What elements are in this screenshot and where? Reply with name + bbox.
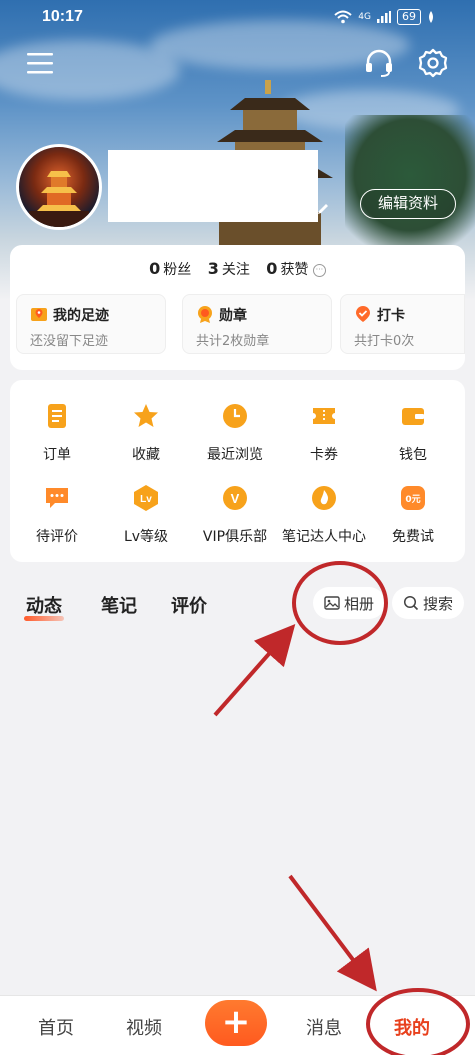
coupon-icon [313, 408, 335, 424]
order-icon [48, 404, 66, 428]
grid-item-coupons[interactable]: 卡券 [279, 402, 369, 464]
wifi-icon [334, 10, 352, 24]
nav-messages[interactable]: 消息 [306, 1014, 342, 1040]
publish-plus-button[interactable]: + [205, 1000, 267, 1046]
album-button[interactable]: 相册 [313, 587, 385, 619]
more-dots-icon[interactable]: ··· [312, 263, 326, 277]
svg-text:Lv: Lv [140, 494, 152, 505]
footprint-card[interactable]: 我的足迹 还没留下足迹 [16, 294, 166, 354]
status-icons: 4G 69 [334, 9, 435, 25]
medal-card[interactable]: 勋章 共计2枚勋章 [182, 294, 332, 354]
comment-icon [46, 488, 68, 508]
signal-icon [377, 11, 391, 23]
vip-icon: V [223, 486, 247, 510]
svg-text:0元: 0元 [405, 494, 420, 505]
checkin-card[interactable]: 打卡 共打卡0次 [340, 294, 465, 354]
grid-item-vip[interactable]: V VIP俱乐部 [190, 484, 280, 546]
edit-profile-button[interactable]: 编辑资料 [360, 189, 456, 219]
grid-item-level[interactable]: Lv Lv等级 [101, 484, 191, 546]
grid-item-free-trial[interactable]: 0元 免费试 [368, 484, 458, 546]
annotation-arrow-album [213, 624, 296, 717]
stats-row: 0 粉丝 3 关注 0 获赞 ··· [10, 259, 465, 279]
search-icon [403, 595, 419, 611]
hamburger-menu-icon [27, 53, 53, 74]
medal-icon [198, 306, 212, 323]
grid-item-favorites[interactable]: 收藏 [101, 402, 191, 464]
grid-item-note-expert[interactable]: 笔记达人中心 [279, 484, 369, 546]
username-redacted [108, 150, 318, 222]
grid-item-wallet[interactable]: 钱包 [368, 402, 458, 464]
pencil-icon[interactable] [316, 202, 330, 216]
status-bar: 10:17 4G 69 [0, 0, 475, 36]
avatar[interactable] [16, 144, 102, 230]
profile-stats-card: 0 粉丝 3 关注 0 获赞 ··· 我的足迹 还没留下足迹 勋章 共计2枚勋章 打卡… [10, 245, 465, 370]
following-stat[interactable]: 3 关注 [208, 259, 250, 279]
settings-button[interactable] [416, 46, 450, 80]
status-time: 10:17 [42, 8, 83, 25]
grid-item-order[interactable]: 订单 [12, 402, 102, 464]
checkin-pin-icon [356, 306, 370, 322]
grid-item-pending-review[interactable]: 待评价 [12, 484, 102, 546]
search-label: 搜索 [422, 594, 453, 613]
avatar-tower-image [29, 171, 89, 227]
menu-button[interactable] [26, 50, 54, 76]
tab-notes[interactable]: 笔记 [101, 592, 137, 618]
network-label: 4G [358, 12, 371, 22]
nav-home[interactable]: 首页 [38, 1014, 74, 1040]
annotation-arrow-mine [288, 874, 377, 992]
leaf-icon [429, 11, 433, 23]
nav-mine[interactable]: 我的 [394, 1014, 430, 1040]
bottom-navigation: 首页 视频 + 消息 我的 [0, 995, 475, 1055]
customer-service-button[interactable] [362, 46, 396, 80]
free-trial-icon: 0元 [401, 486, 425, 510]
likes-stat[interactable]: 0 获赞 ··· [266, 259, 326, 279]
album-label: 相册 [343, 594, 374, 613]
gear-icon [418, 48, 448, 78]
nav-video[interactable]: 视频 [126, 1014, 162, 1040]
star-icon [134, 404, 158, 427]
grid-item-recent[interactable]: 最近浏览 [190, 402, 280, 464]
tab-reviews[interactable]: 评价 [171, 592, 207, 618]
tab-activity[interactable]: 动态 [24, 592, 64, 621]
battery-indicator: 69 [397, 9, 421, 25]
wallet-icon [402, 408, 424, 425]
search-button[interactable]: 搜索 [392, 587, 464, 619]
level-icon: Lv [134, 485, 158, 511]
footprint-map-icon [31, 308, 47, 321]
clock-icon [223, 404, 247, 428]
svg-text:V: V [231, 491, 240, 506]
headset-icon [366, 49, 392, 77]
image-icon [324, 596, 340, 610]
followers-stat[interactable]: 0 粉丝 [149, 259, 191, 279]
shortcut-grid-card: 订单 收藏 最近浏览 卡券 钱包 待评价 Lv Lv等级 V VIP俱乐部 笔记… [10, 380, 465, 562]
flame-icon [312, 486, 336, 510]
